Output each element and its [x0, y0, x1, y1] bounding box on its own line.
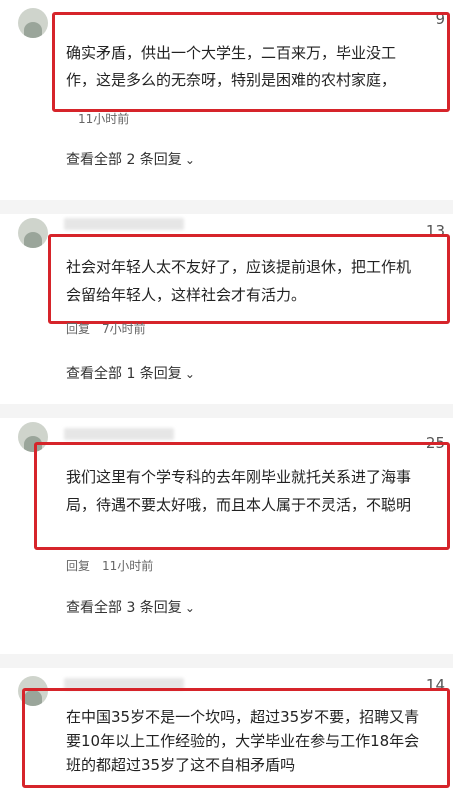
comment-4: 14 在中国35岁不是一个坎吗，超过35岁不要，招聘又青 要10年以上工作经验的…	[0, 668, 453, 788]
chevron-down-icon: ⌄	[184, 601, 195, 615]
username[interactable]	[64, 428, 174, 440]
comment-text-line: 确实矛盾，供出一个大学生，二百来万，毕业没工	[66, 44, 397, 62]
chevron-down-icon: ⌄	[184, 367, 195, 381]
view-replies-label: 查看全部 1 条回复	[66, 366, 182, 382]
comment-text-line: 班的都超过35岁了这不自相矛盾吗	[66, 756, 296, 774]
comment-text-line: 我们这里有个学专科的去年刚毕业就托关系进了海事	[66, 468, 412, 486]
comment-2: 13 社会对年轻人太不友好了，应该提前退休，把工作机 会留给年轻人，这样社会才有…	[0, 214, 453, 404]
avatar[interactable]	[18, 8, 48, 38]
comment-meta: 回复 11小时前	[66, 557, 165, 574]
section-divider	[0, 654, 453, 668]
comment-text-line: 局，待遇不要太好哦，而且本人属于不灵活，不聪明	[66, 496, 412, 514]
view-replies-label: 查看全部 2 条回复	[66, 152, 182, 168]
timestamp: 11小时前	[78, 112, 130, 126]
username[interactable]	[64, 218, 184, 230]
comment-text-line: 会留给年轻人，这样社会才有活力。	[66, 286, 307, 304]
comment-text-line: 作，这是多么的无奈呀，特别是困难的农村家庭，	[66, 71, 397, 89]
section-divider	[0, 404, 453, 418]
timestamp: 11小时前	[102, 559, 154, 573]
comment-3: 25 我们这里有个学专科的去年刚毕业就托关系进了海事 局，待遇不要太好哦，而且本…	[0, 418, 453, 654]
chevron-down-icon: ⌄	[184, 153, 195, 167]
reply-button[interactable]: 回复	[66, 322, 90, 336]
comment-text-line: 要10年以上工作经验的，大学毕业在参与工作18年会	[66, 732, 420, 750]
reply-button[interactable]: 回复	[66, 559, 90, 573]
comment-meta: 11小时前	[66, 110, 141, 127]
view-replies-link[interactable]: 查看全部 2 条回复 ⌄	[66, 149, 195, 169]
view-replies-link[interactable]: 查看全部 1 条回复 ⌄	[66, 363, 195, 383]
comment-meta: 回复 7小时前	[66, 320, 158, 337]
comment-text-line: 社会对年轻人太不友好了，应该提前退休，把工作机	[66, 258, 412, 276]
comment-text-line: 在中国35岁不是一个坎吗，超过35岁不要，招聘又青	[66, 708, 420, 726]
view-replies-link[interactable]: 查看全部 3 条回复 ⌄	[66, 597, 195, 617]
timestamp: 7小时前	[102, 322, 146, 336]
comment-1: 9 确实矛盾，供出一个大学生，二百来万，毕业没工 作，这是多么的无奈呀，特别是困…	[0, 0, 453, 200]
view-replies-label: 查看全部 3 条回复	[66, 600, 182, 616]
avatar[interactable]	[18, 218, 48, 248]
section-divider	[0, 200, 453, 214]
